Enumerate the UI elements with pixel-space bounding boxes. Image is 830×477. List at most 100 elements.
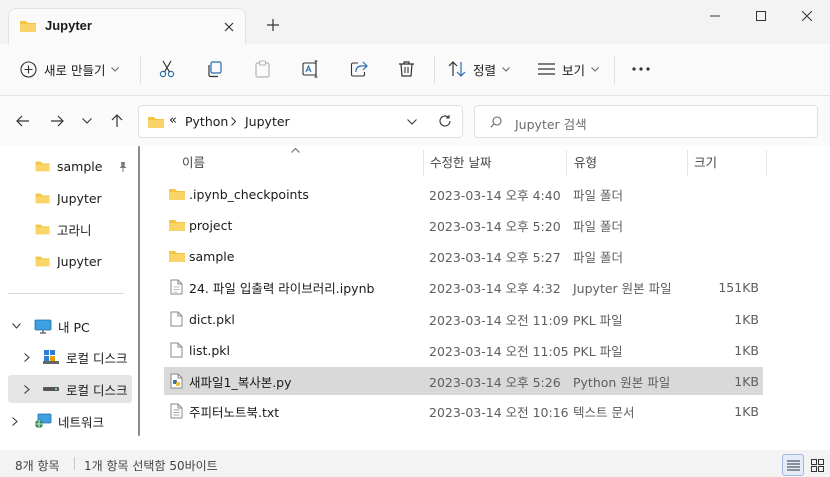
file-row[interactable]: project 2023-03-14 오후 5:20 파일 폴더 [164,211,763,239]
sidebar-scrollbar[interactable] [137,146,141,436]
address-bar[interactable]: « Python Jupyter [138,105,463,138]
chevron-down-icon[interactable] [12,323,21,329]
toolbar-divider [434,56,435,84]
file-date: 2023-03-14 오후 5:20 [429,218,561,234]
more-options-button[interactable] [632,52,650,86]
list-view-icon [538,62,555,76]
pin-icon[interactable] [118,161,128,172]
sidebar-item-sample[interactable]: sample [8,152,132,180]
file-row[interactable]: 24. 파일 입출력 라이브러리.ipynb 2023-03-14 오후 4:3… [164,273,763,301]
back-button[interactable] [10,108,36,134]
file-row[interactable]: list.pkl 2023-03-14 오전 11:05 PKL 파일 1KB [164,336,763,364]
tiles-view-button[interactable] [806,454,828,476]
sort-icon [448,61,466,77]
refresh-icon[interactable] [438,114,452,128]
column-divider[interactable] [687,150,688,176]
status-divider [74,457,75,470]
more-icon [632,67,650,71]
share-button[interactable] [350,52,368,86]
sort-ascending-icon [291,148,300,153]
rename-button[interactable] [302,52,320,86]
column-divider[interactable] [766,150,767,176]
minimize-button[interactable] [692,0,738,32]
column-header-name[interactable]: 이름 [182,150,205,172]
file-name: dict.pkl [189,311,235,327]
file-type: 파일 폴더 [573,249,623,265]
file-size [694,242,759,270]
file-row[interactable]: sample 2023-03-14 오후 5:27 파일 폴더 [164,242,763,270]
file-size [694,211,759,239]
file-type: Jupyter 원본 파일 [573,280,672,296]
chevron-right-icon[interactable] [24,384,30,394]
chevron-right-icon[interactable] [24,352,30,362]
column-header-modified[interactable]: 수정한 날짜 [430,150,491,172]
file-date: 2023-03-14 오후 4:32 [429,280,561,296]
file-row-selected[interactable]: 새파일1_복사본.py 2023-03-14 오후 5:26 Python 원본… [164,367,763,395]
windows-drive-icon [42,349,60,365]
recent-locations-button[interactable] [74,108,100,134]
column-header-type[interactable]: 유형 [574,150,597,172]
close-window-button[interactable] [784,0,830,32]
arrow-left-icon [16,115,30,127]
paste-button[interactable] [254,52,271,86]
chevron-down-icon [82,118,92,124]
file-row[interactable]: .ipynb_checkpoints 2023-03-14 오후 4:40 파일… [164,180,763,208]
file-size [694,180,759,208]
forward-button[interactable] [44,108,70,134]
folder-icon [34,222,51,236]
breadcrumb-python[interactable]: Python [185,114,228,129]
sidebar-item-jupyter[interactable]: Jupyter [8,184,132,212]
close-tab-icon[interactable] [219,17,239,37]
breadcrumb-overflow[interactable]: « [169,113,177,128]
details-view-button[interactable] [782,454,804,476]
address-dropdown-icon[interactable] [407,119,417,125]
share-icon [350,60,368,78]
clipboard-icon [254,60,271,78]
copy-button[interactable] [206,52,223,86]
file-date: 2023-03-14 오전 11:09 [429,312,569,328]
selection-info: 1개 항목 선택함 50바이트 [84,459,218,473]
file-date: 2023-03-14 오후 5:27 [429,249,561,265]
sidebar-item-gorani[interactable]: 고라니 [8,215,132,243]
column-divider[interactable] [423,150,424,176]
arrow-up-icon [111,114,123,128]
file-name: list.pkl [189,342,230,358]
column-header-size[interactable]: 크기 [694,150,717,172]
sidebar-item-network[interactable]: 네트워크 [8,407,132,435]
column-header-label: 크기 [694,154,718,170]
cut-button[interactable] [158,52,176,86]
chevron-right-icon[interactable] [12,416,18,426]
search-input[interactable]: Jupyter 검색 [515,114,587,133]
search-box[interactable]: Jupyter 검색 [474,105,818,138]
sidebar-item-label: 내 PC [58,319,90,335]
up-button[interactable] [104,108,130,134]
column-header-label: 유형 [574,154,598,170]
new-button[interactable]: 새로 만들기 [20,52,120,86]
file-type: 파일 폴더 [573,187,623,203]
view-button[interactable]: 보기 [538,52,599,86]
sidebar-item-local-disk-d[interactable]: 로컬 디스크 [8,375,132,403]
sidebar-item-this-pc[interactable]: 내 PC [8,312,132,340]
file-type: PKL 파일 [573,312,623,328]
command-bar [0,44,830,96]
toolbar-divider [140,56,141,84]
breadcrumb-jupyter[interactable]: Jupyter [245,114,290,129]
folder-icon [168,211,186,239]
maximize-button[interactable] [738,0,784,32]
sidebar-item-jupyter-2[interactable]: Jupyter [8,247,132,275]
scissors-icon [158,60,176,78]
file-row[interactable]: dict.pkl 2023-03-14 오전 11:09 PKL 파일 1KB [164,305,763,333]
sidebar-item-local-disk-c[interactable]: 로컬 디스크 [8,343,132,371]
notebook-file-icon [170,273,183,301]
view-label: 보기 [562,62,586,78]
tab-jupyter[interactable]: Jupyter [8,8,246,44]
delete-button[interactable] [398,52,415,86]
folder-icon [34,159,51,173]
plus-circle-icon [20,60,37,78]
sort-label: 정렬 [473,62,497,78]
column-divider[interactable] [566,150,567,176]
file-row[interactable]: 주피터노트북.txt 2023-03-14 오전 10:16 텍스트 문서 1K… [164,397,763,425]
folder-icon [34,254,51,268]
new-tab-button[interactable] [262,14,284,36]
sort-button[interactable]: 정렬 [448,52,510,86]
